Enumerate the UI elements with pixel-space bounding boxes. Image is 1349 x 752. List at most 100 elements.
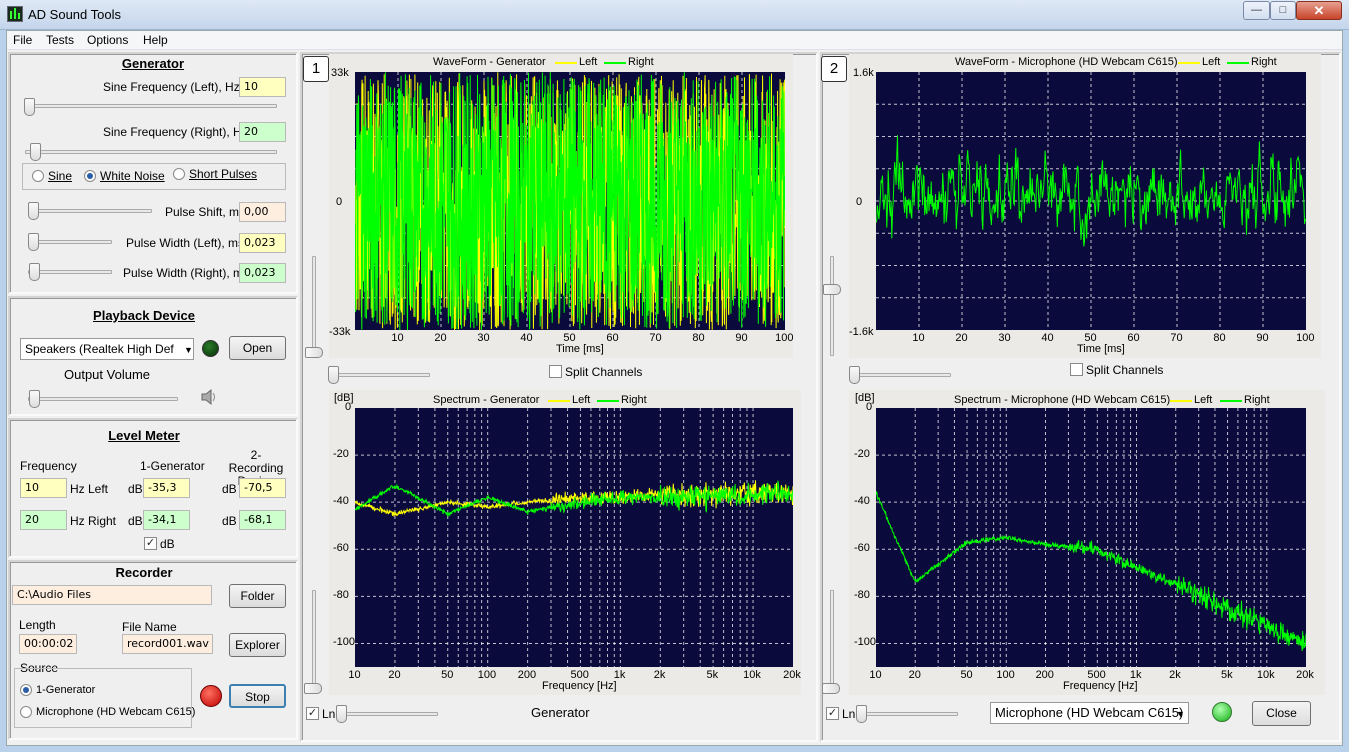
sine-left-slider-thumb[interactable] [24, 98, 35, 116]
spectrum-2-xlabel: Frequency [Hz] [1063, 680, 1138, 692]
open-button[interactable]: Open [229, 336, 286, 360]
generator-column-header: 1-Generator [140, 459, 205, 473]
split-channels-2-checkbox[interactable] [1070, 363, 1083, 376]
source-generator-radio[interactable] [20, 684, 32, 696]
explorer-button[interactable]: Explorer [229, 633, 286, 657]
spectrum-1-legend-right: Right [621, 394, 647, 406]
panel-2-db-slider-track[interactable] [830, 590, 834, 690]
sine-right-field[interactable]: 20 [239, 122, 286, 142]
legend-left-swatch [1170, 400, 1192, 402]
panel-2-zoom-slider-thumb[interactable] [849, 366, 860, 384]
mode-white-noise-radio[interactable] [84, 170, 96, 182]
filename-field[interactable]: record001.wav [122, 634, 213, 654]
ln-1-checkbox[interactable]: ✓ [306, 707, 319, 720]
pulse-shift-slider-thumb[interactable] [28, 202, 39, 220]
playback-device-select[interactable]: Speakers (Realtek High Def [20, 338, 194, 360]
pulse-width-left-field[interactable]: 0,023 [239, 233, 286, 253]
ln-2-checkbox[interactable]: ✓ [826, 707, 839, 720]
pulse-width-right-slider-track[interactable] [28, 270, 112, 274]
chevron-down-icon[interactable]: ▼ [184, 345, 193, 355]
app-icon [7, 6, 23, 22]
xtick-label: 10 [869, 669, 882, 681]
minimize-button[interactable]: — [1243, 1, 1270, 20]
waveform-1-ytick-bottom: -33k [329, 326, 351, 338]
menu-help[interactable]: Help [143, 33, 168, 47]
ytick-label: -20 [854, 448, 870, 461]
stop-button[interactable]: Stop [229, 684, 286, 708]
spectrum-2-plot[interactable] [876, 408, 1306, 667]
mode-sine-radio[interactable] [32, 170, 44, 182]
db-checkbox[interactable]: ✓ [144, 537, 157, 550]
sine-right-slider-thumb[interactable] [30, 143, 41, 161]
panel-2-zoom-slider-track[interactable] [849, 373, 951, 377]
menu-options[interactable]: Options [87, 33, 128, 47]
sine-left-slider-track[interactable] [25, 104, 277, 108]
close-button[interactable]: Close [1252, 701, 1311, 726]
waveform-2-ytick-bottom: -1.6k [849, 326, 874, 338]
menu-file[interactable]: File [13, 33, 32, 47]
panel-2-freq-slider-thumb[interactable] [856, 705, 867, 723]
ln-1-label: Ln [322, 707, 336, 721]
waveform-1-legend-left: Left [579, 56, 598, 68]
sine-right-slider-track[interactable] [25, 150, 277, 154]
source-microphone-radio[interactable] [20, 706, 32, 718]
pulse-shift-field[interactable]: 0,00 [239, 202, 286, 222]
folder-path-field[interactable]: C:\Audio Files [12, 585, 212, 605]
level-freq-left-field[interactable]: 10 [20, 478, 67, 498]
mode-short-pulses-label[interactable]: Short Pulses [189, 167, 257, 181]
xtick-label: 40 [520, 332, 533, 344]
output-volume-slider-track[interactable] [28, 397, 178, 401]
panel-2-freq-slider-track[interactable] [858, 712, 958, 716]
waveform-1-title: WaveForm - Generator [433, 56, 546, 68]
panel-1-freq-slider-thumb[interactable] [336, 705, 347, 723]
source-microphone-label[interactable]: Microphone (HD Webcam C615) [36, 706, 195, 718]
panel-1-db-slider-track[interactable] [312, 590, 316, 690]
panel-1-vertical-slider-thumb[interactable] [305, 347, 323, 358]
maximize-button[interactable]: □ [1270, 1, 1296, 20]
source-generator-label[interactable]: 1-Generator [36, 684, 95, 696]
mode-short-pulses-radio[interactable] [173, 168, 185, 180]
panel-1-zoom-slider-track[interactable] [328, 373, 430, 377]
close-window-button[interactable]: ✕ [1296, 1, 1342, 20]
menu-tests[interactable]: Tests [46, 33, 74, 47]
recording-status-led [1212, 702, 1232, 722]
chevron-down-icon[interactable]: ▼ [1176, 709, 1185, 719]
mode-sine-label[interactable]: Sine [48, 169, 72, 183]
panel-1-zoom-slider-thumb[interactable] [328, 366, 339, 384]
waveform-2-ytick-mid: 0 [856, 196, 863, 208]
panel-2-db-slider-thumb[interactable] [822, 683, 840, 694]
xtick-label: 2k [653, 669, 666, 681]
level-db-right-rec: dB [222, 514, 237, 528]
mode-white-noise-label[interactable]: White Noise [100, 169, 165, 183]
xtick-label: 80 [692, 332, 705, 344]
pulse-width-right-field[interactable]: 0,023 [239, 263, 286, 283]
title-bar[interactable] [0, 0, 1349, 30]
recording-device-select[interactable]: Microphone (HD Webcam C615) [990, 702, 1189, 724]
split-channels-1-label: Split Channels [565, 365, 643, 379]
panel-2-vertical-slider-thumb[interactable] [823, 284, 841, 295]
pulse-shift-slider-track[interactable] [28, 209, 152, 213]
output-volume-slider-thumb[interactable] [29, 390, 40, 408]
spectrum-1-legend-left: Left [572, 394, 591, 406]
folder-button[interactable]: Folder [229, 584, 286, 608]
panel-2-vertical-slider-track[interactable] [830, 256, 834, 356]
pulse-width-right-slider-thumb[interactable] [29, 263, 40, 281]
xtick-label: 200 [1035, 669, 1054, 681]
xtick-label: 10k [743, 669, 761, 681]
level-freq-right-field[interactable]: 20 [20, 510, 67, 530]
waveform-1-plot[interactable] [355, 72, 785, 330]
ln-2-label: Ln [842, 707, 856, 721]
speaker-icon[interactable] [199, 388, 219, 406]
panel-1-freq-slider-track[interactable] [338, 712, 438, 716]
xtick-label: 100 [996, 669, 1015, 681]
sine-left-field[interactable]: 10 [239, 77, 286, 97]
pulse-width-left-slider-thumb[interactable] [28, 233, 39, 251]
panel-1-vertical-slider-track[interactable] [312, 256, 316, 356]
pulse-width-left-slider-track[interactable] [28, 240, 112, 244]
panel-1-db-slider-thumb[interactable] [304, 683, 322, 694]
level-unit-left: Hz [70, 482, 85, 496]
xtick-label: 20 [908, 669, 921, 681]
split-channels-1-checkbox[interactable] [549, 365, 562, 378]
spectrum-1-plot[interactable] [355, 408, 793, 667]
waveform-2-plot[interactable] [876, 72, 1306, 330]
